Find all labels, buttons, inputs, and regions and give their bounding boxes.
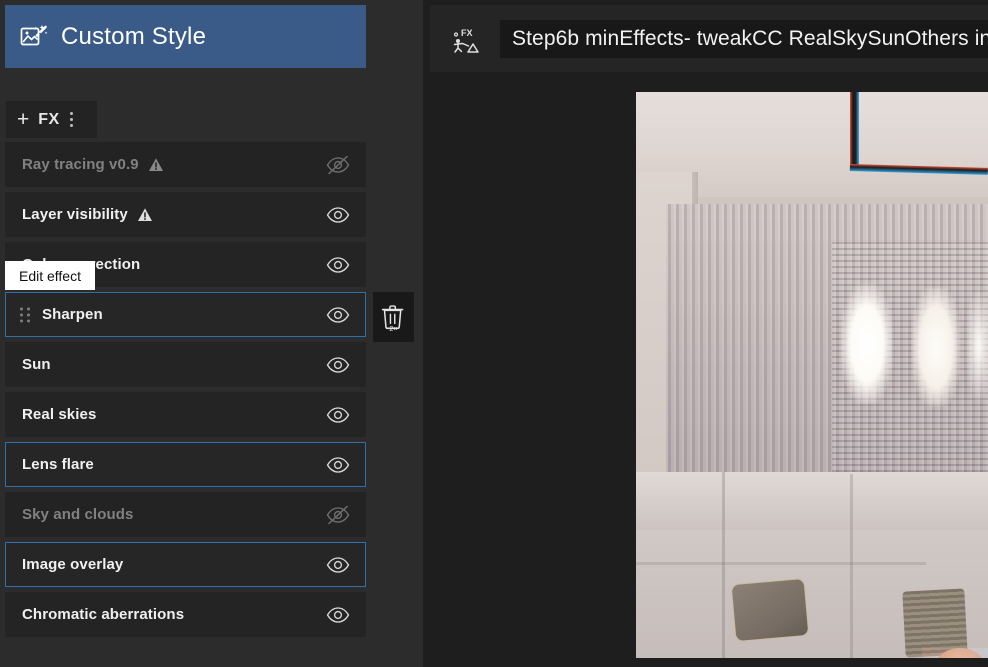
warning-icon	[137, 207, 153, 223]
eye-visible-icon[interactable]	[325, 552, 351, 578]
warning-icon	[148, 157, 164, 173]
effect-row[interactable]: Image overlay	[5, 542, 366, 587]
effect-list: Ray tracing v0.9 Layer visibility Color …	[5, 142, 423, 642]
delete-effect-button[interactable]: 2×	[373, 292, 414, 342]
effect-row[interactable]: Ray tracing v0.9	[5, 142, 366, 187]
preview-sofa-seam	[722, 472, 725, 658]
effects-panel: Custom Style + FX Ray tracing v0.9 Layer…	[0, 0, 423, 667]
trash-icon: 2×	[380, 303, 407, 332]
eye-hidden-icon[interactable]	[325, 502, 351, 528]
preview-window[interactable]: lumion Click inside the preview window t…	[636, 92, 988, 658]
title-bar: FX Step6b minEffects- tweakCC RealSkySun…	[430, 5, 988, 72]
effect-name: Sun	[22, 356, 51, 373]
preview-area: FX Step6b minEffects- tweakCC RealSkySun…	[423, 0, 988, 667]
plus-icon[interactable]: +	[17, 109, 29, 130]
image-magic-wand-icon	[20, 23, 48, 51]
effect-name: Sharpen	[42, 306, 103, 323]
eye-visible-icon[interactable]	[325, 352, 351, 378]
preview-cushion	[732, 579, 809, 641]
effect-name: Chromatic aberrations	[22, 606, 184, 623]
eye-visible-icon[interactable]	[325, 402, 351, 428]
preview-window-light	[966, 292, 988, 400]
eye-hidden-icon[interactable]	[325, 152, 351, 178]
eye-visible-icon[interactable]	[325, 452, 351, 478]
add-effect-toolbar: + FX	[6, 101, 97, 138]
effect-row[interactable]: Real skies	[5, 392, 366, 437]
tooltip-label: Edit effect	[19, 268, 81, 284]
preview-window-light	[912, 288, 960, 406]
preview-window-frame-vertical	[850, 92, 859, 168]
effect-name: Image overlay	[22, 556, 123, 573]
preview-sofa-seam	[636, 562, 926, 565]
effect-name: Sky and clouds	[22, 506, 133, 523]
effect-name: Lens flare	[22, 456, 94, 473]
preview-sofa-seam	[850, 474, 853, 658]
preview-window-light	[841, 284, 893, 404]
eye-visible-icon[interactable]	[325, 202, 351, 228]
kebab-menu-icon[interactable]	[70, 112, 73, 127]
fx-person-icon: FX	[450, 24, 482, 54]
effect-name: Ray tracing v0.9	[22, 156, 139, 173]
effect-row[interactable]: Layer visibility	[5, 192, 366, 237]
effect-row[interactable]: Chromatic aberrations	[5, 592, 366, 637]
effect-row[interactable]: Sun	[5, 342, 366, 387]
effect-name: Layer visibility	[22, 206, 128, 223]
effect-title-input[interactable]: Step6b minEffects- tweakCC RealSkySunOth…	[500, 20, 988, 58]
delete-count-badge: 2×	[389, 324, 397, 332]
effect-row[interactable]: Sky and clouds	[5, 492, 366, 537]
preview-chromatic-fringe	[922, 648, 988, 658]
effect-title-value: Step6b minEffects- tweakCC RealSkySunOth…	[512, 27, 988, 51]
eye-visible-icon[interactable]	[325, 602, 351, 628]
page-title: Custom Style	[61, 23, 206, 51]
eye-visible-icon[interactable]	[325, 252, 351, 278]
eye-visible-icon[interactable]	[325, 302, 351, 328]
preview-sofa-back	[636, 472, 988, 530]
tooltip-edit-effect: Edit effect	[5, 261, 95, 290]
svg-text:FX: FX	[461, 28, 473, 38]
custom-style-header[interactable]: Custom Style	[5, 5, 366, 68]
drag-handle-icon[interactable]	[20, 307, 30, 322]
effect-name: Real skies	[22, 406, 96, 423]
effect-row[interactable]: Sharpen	[5, 292, 366, 337]
add-fx-button[interactable]: FX	[38, 111, 59, 129]
effect-row[interactable]: Lens flare	[5, 442, 366, 487]
